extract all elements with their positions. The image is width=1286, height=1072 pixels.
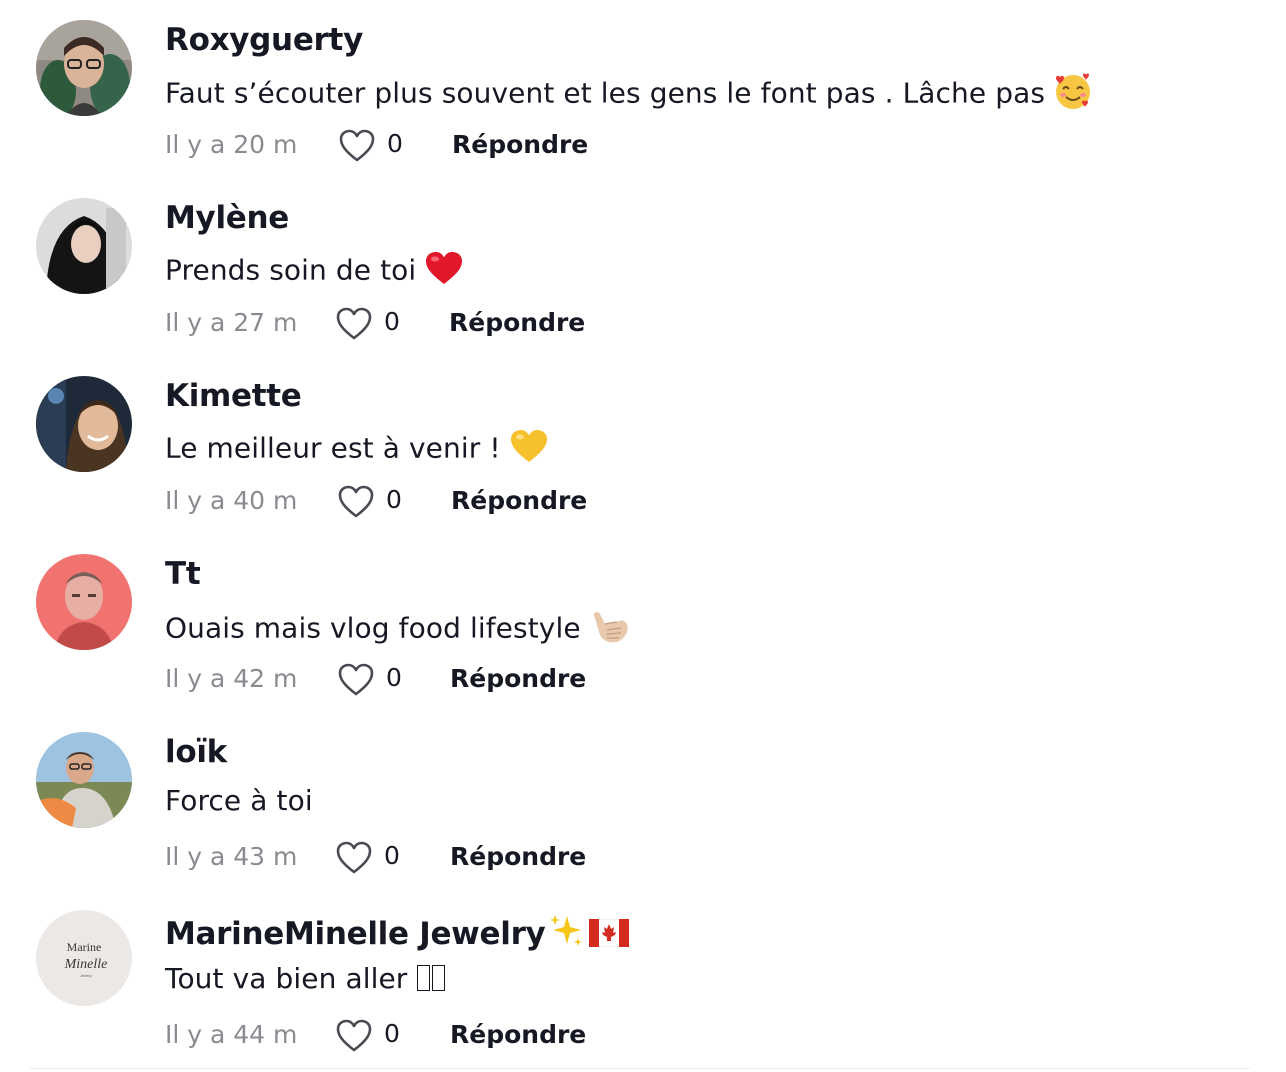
smiling-face-with-hearts-icon: [1053, 72, 1093, 117]
comment-meta: Il y a 40 m 0 Répondre: [165, 482, 865, 522]
heart-outline-icon[interactable]: [336, 841, 372, 875]
like-count: 0: [384, 841, 400, 870]
logo-line-minelle: Minelle: [64, 957, 108, 972]
avatar[interactable]: Marine Minelle Jewelry: [36, 910, 132, 1006]
comment-item: Marine Minelle Jewelry MarineMinelle Jew…: [0, 890, 1286, 1068]
comment-time: Il y a 40 m: [165, 486, 298, 515]
reply-button[interactable]: Répondre: [450, 842, 586, 871]
comment-text-content: Prends soin de toi: [165, 253, 417, 287]
author-name: MarineMinelle Jewelry: [165, 916, 546, 952]
heart-outline-icon[interactable]: [336, 307, 372, 341]
comment-author[interactable]: Tt: [165, 556, 201, 592]
comment-author[interactable]: loïk: [165, 734, 227, 770]
comment-text-content: Ouais mais vlog food lifestyle: [165, 611, 581, 645]
comment-author[interactable]: MarineMinelle Jewelry: [165, 912, 630, 958]
avatar[interactable]: [36, 376, 132, 472]
comment-item: Mylène Prends soin de toi Il y a 27 m 0 …: [0, 178, 1286, 356]
comment-text: Tout va bien aller: [165, 962, 446, 995]
comment-author[interactable]: Kimette: [165, 378, 302, 414]
comment-text-content: Le meilleur est à venir !: [165, 431, 501, 465]
comment-text: Force à toi: [165, 784, 313, 817]
comment-text: Ouais mais vlog food lifestyle: [165, 606, 631, 653]
like-count: 0: [386, 485, 402, 514]
comment-text: Le meilleur est à venir !: [165, 428, 549, 471]
like-count: 0: [384, 1019, 400, 1048]
heart-outline-icon[interactable]: [336, 1019, 372, 1053]
heart-outline-icon[interactable]: [339, 129, 375, 163]
like-count: 0: [384, 307, 400, 336]
comment-meta: Il y a 42 m 0 Répondre: [165, 660, 865, 700]
reply-button[interactable]: Répondre: [452, 130, 588, 159]
flag-canada-icon: [588, 918, 630, 955]
comment-text-content: Force à toi: [165, 784, 313, 817]
red-heart-icon: [424, 250, 464, 293]
comment-time: Il y a 42 m: [165, 664, 298, 693]
like-count: 0: [387, 129, 403, 158]
heart-outline-icon[interactable]: [338, 485, 374, 519]
yellow-heart-icon: [509, 428, 549, 471]
comment-text-content: Faut s’écouter plus souvent et les gens …: [165, 76, 1046, 110]
avatar[interactable]: [36, 554, 132, 650]
reply-button[interactable]: Répondre: [450, 664, 586, 693]
comment-time: Il y a 44 m: [165, 1020, 298, 1049]
comment-text-content: Tout va bien aller: [165, 962, 408, 995]
reply-button[interactable]: Répondre: [449, 308, 585, 337]
comment-meta: Il y a 44 m 0 Répondre: [165, 1016, 865, 1056]
comment-author[interactable]: Roxyguerty: [165, 22, 363, 58]
comment-time: Il y a 43 m: [165, 842, 298, 871]
comment-author[interactable]: Mylène: [165, 200, 289, 236]
heart-outline-icon[interactable]: [338, 663, 374, 697]
call-me-hand-icon: [589, 606, 631, 653]
comment-text: Faut s’écouter plus souvent et les gens …: [165, 72, 1093, 117]
comment-text: Prends soin de toi: [165, 250, 464, 293]
comment-item: Tt Ouais mais vlog food lifestyle Il y a…: [0, 534, 1286, 712]
comment-time: Il y a 27 m: [165, 308, 298, 337]
comment-item: loïk Force à toi Il y a 43 m 0 Répondre: [0, 712, 1286, 890]
missing-glyph-icon: [415, 962, 446, 995]
avatar[interactable]: [36, 198, 132, 294]
like-count: 0: [386, 663, 402, 692]
avatar[interactable]: [36, 732, 132, 828]
comment-time: Il y a 20 m: [165, 130, 298, 159]
comment-meta: Il y a 27 m 0 Répondre: [165, 304, 865, 344]
sparkles-icon: [547, 912, 585, 958]
divider: [30, 1068, 1250, 1069]
marine-minelle-logo: Marine Minelle Jewelry: [36, 910, 132, 1006]
comment-item: Roxyguerty Faut s’écouter plus souvent e…: [0, 0, 1286, 178]
comment-meta: Il y a 43 m 0 Répondre: [165, 838, 865, 878]
logo-line-jewelry: Jewelry: [80, 974, 92, 978]
reply-button[interactable]: Répondre: [451, 486, 587, 515]
comment-item: Kimette Le meilleur est à venir ! Il y a…: [0, 356, 1286, 534]
avatar[interactable]: [36, 20, 132, 116]
logo-line-marine: Marine: [67, 940, 102, 954]
reply-button[interactable]: Répondre: [450, 1020, 586, 1049]
comment-meta: Il y a 20 m 0 Répondre: [165, 126, 865, 166]
